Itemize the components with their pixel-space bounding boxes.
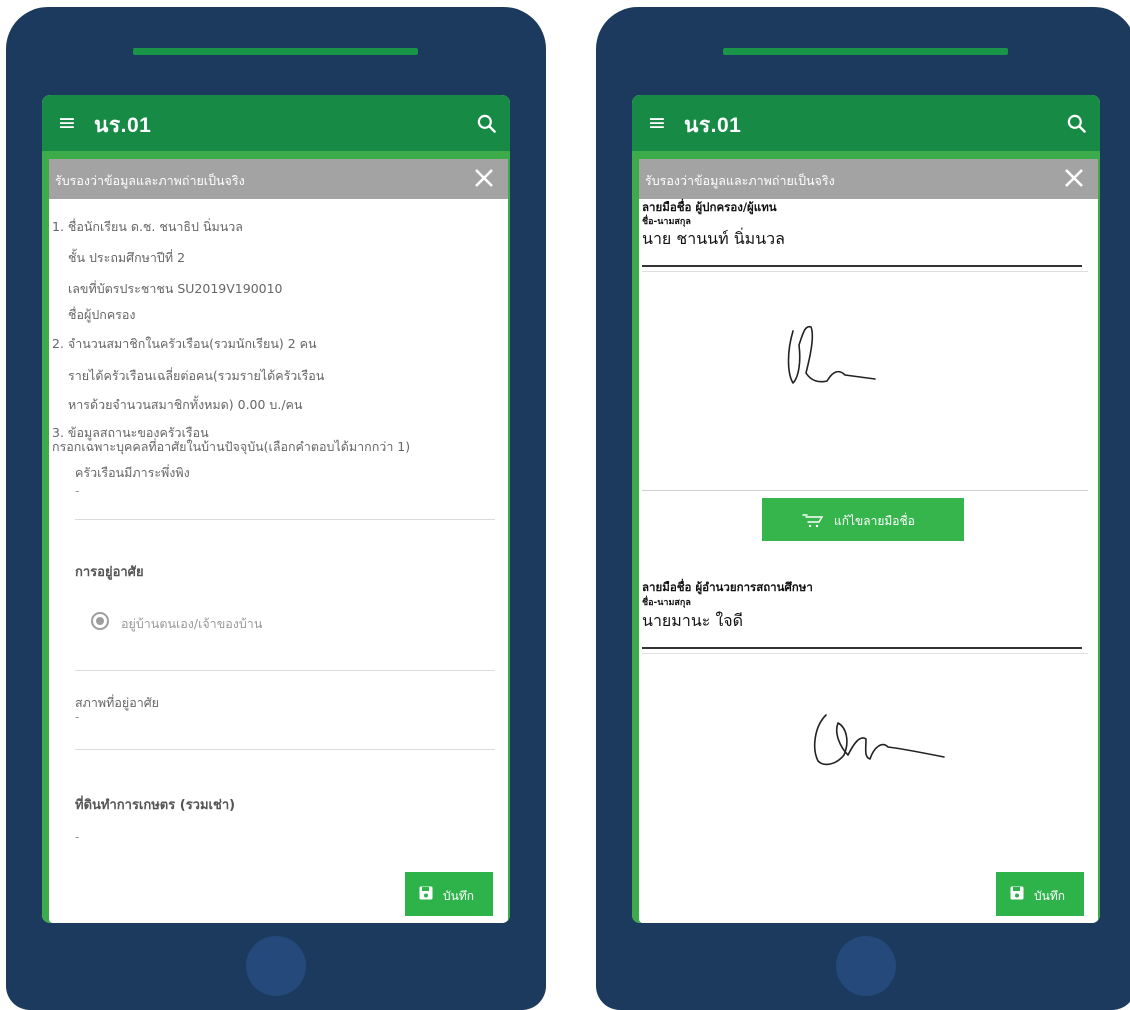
housing-option-label: อยู่บ้านตนเอง/เจ้าของบ้าน	[121, 616, 263, 631]
phone-left: ≡ นร.01 รับรองว่าข้อมูลและภาพถ่ายเป็นจริ…	[6, 7, 546, 1010]
name-underline	[642, 647, 1082, 649]
income-line-2: หารด้วยจำนวนสมาชิกทั้งหมด) 0.00 บ./คน	[68, 397, 303, 412]
home-button[interactable]	[836, 936, 896, 996]
household-members: 2. จำนวนสมาชิกในครัวเรือน(รวมนักเรียน) 2…	[52, 336, 317, 351]
edit-signature-label: แก้ไขลายมือชื่อ	[834, 514, 915, 528]
phone-speaker	[133, 48, 418, 55]
name-underline	[642, 265, 1082, 267]
guardian-name-caption: ชื่อ-นามสกุล	[642, 217, 691, 227]
divider	[75, 749, 495, 750]
radio-icon[interactable]	[91, 612, 109, 630]
close-icon[interactable]	[1060, 164, 1088, 192]
dialog-header: รับรองว่าข้อมูลและภาพถ่ายเป็นจริง	[639, 159, 1098, 199]
phone-speaker	[723, 48, 1008, 55]
save-button[interactable]: บันทึก	[405, 872, 493, 916]
dialog-title: รับรองว่าข้อมูลและภาพถ่ายเป็นจริง	[55, 173, 245, 188]
divider	[642, 271, 1088, 272]
dialog-header: รับรองว่าข้อมูลและภาพถ่ายเป็นจริง	[49, 159, 508, 199]
save-button[interactable]: บันทึก	[996, 872, 1084, 916]
student-grade: ชั้น ประถมศึกษาปีที่ 2	[68, 250, 186, 265]
cart-icon	[802, 514, 824, 528]
menu-icon[interactable]: ≡	[642, 111, 672, 137]
phone-right: ≡ นร.01 รับรองว่าข้อมูลและภาพถ่ายเป็นจริ…	[596, 7, 1130, 1010]
income-line-1: รายได้ครัวเรือนเฉลี่ยต่อคน(รวมรายได้ครัว…	[68, 368, 325, 383]
residence-value: -	[75, 709, 80, 724]
guardian-signature	[787, 325, 876, 384]
divider	[75, 519, 495, 520]
divider	[642, 490, 1088, 491]
save-icon	[1010, 886, 1024, 900]
dependents-value: -	[75, 483, 80, 498]
save-button-label: บันทึก	[443, 889, 474, 903]
confirm-dialog: รับรองว่าข้อมูลและภาพถ่ายเป็นจริง 1. ชื่…	[49, 159, 508, 923]
app-bar: ≡ นร.01	[42, 95, 510, 153]
household-status-note: กรอกเฉพาะบุคคลที่อาศัยในบ้านปัจจุบัน(เลื…	[52, 439, 411, 454]
search-icon[interactable]	[474, 111, 500, 137]
screen-left: ≡ นร.01 รับรองว่าข้อมูลและภาพถ่ายเป็นจริ…	[42, 95, 510, 923]
screen-right: ≡ นร.01 รับรองว่าข้อมูลและภาพถ่ายเป็นจริ…	[632, 95, 1100, 923]
director-signature	[813, 714, 945, 766]
director-name-caption: ชื่อ-นามสกุล	[642, 598, 691, 608]
dependents-label: ครัวเรือนมีภาระพึ่งพิง	[75, 465, 190, 480]
menu-icon[interactable]: ≡	[52, 111, 82, 137]
dialog-title: รับรองว่าข้อมูลและภาพถ่ายเป็นจริง	[645, 173, 835, 188]
guardian-name: ชื่อผู้ปกครอง	[68, 307, 136, 322]
director-full-name: นายมานะ ใจดี	[642, 611, 744, 630]
search-icon[interactable]	[1064, 111, 1090, 137]
divider	[75, 670, 495, 671]
save-button-label: บันทึก	[1034, 889, 1065, 903]
farmland-heading: ที่ดินทำการเกษตร (รวมเช่า)	[75, 798, 236, 813]
save-icon	[419, 886, 433, 900]
home-button[interactable]	[246, 936, 306, 996]
student-name: 1. ชื่อนักเรียน ด.ช. ชนาธิป นิ่มนวล	[52, 219, 243, 234]
id-card-number: เลขที่บัตรประชาชน SU2019V190010	[68, 281, 283, 296]
app-title: นร.01	[684, 114, 742, 137]
divider	[642, 653, 1088, 654]
app-bar: ≡ นร.01	[632, 95, 1100, 153]
app-title: นร.01	[94, 114, 152, 137]
farmland-value: -	[75, 829, 80, 844]
edit-signature-button[interactable]: แก้ไขลายมือชื่อ	[762, 498, 964, 541]
confirm-dialog: รับรองว่าข้อมูลและภาพถ่ายเป็นจริง ลายมือ…	[639, 159, 1098, 923]
guardian-full-name: นาย ชานนท์ นิ่มนวล	[642, 229, 785, 248]
residence-label: สภาพที่อยู่อาศัย	[75, 695, 159, 710]
housing-heading: การอยู่อาศัย	[75, 565, 144, 580]
close-icon[interactable]	[470, 164, 498, 192]
